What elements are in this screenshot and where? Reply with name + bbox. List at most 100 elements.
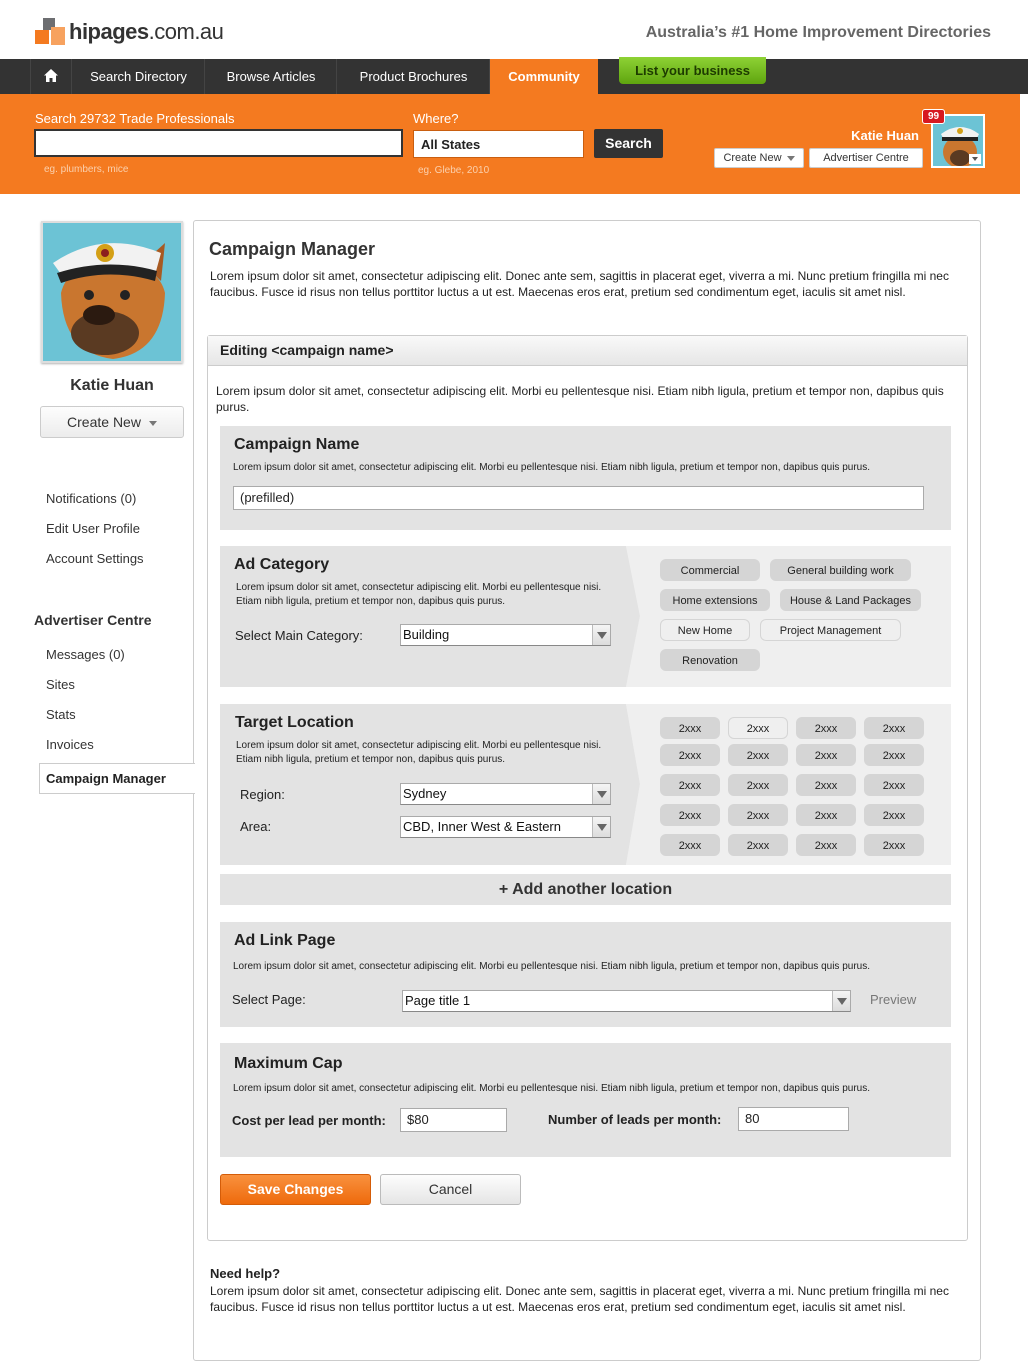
bulldog-portrait-icon	[43, 223, 181, 361]
select-page-label: Select Page:	[232, 992, 306, 1007]
edit-campaign-header: Editing <campaign name>	[208, 336, 967, 366]
postcode-chip[interactable]: 2xxx	[728, 804, 788, 826]
area-select[interactable]: CBD, Inner West & Eastern	[400, 816, 611, 838]
nav-product-brochures[interactable]: Product Brochures	[338, 59, 490, 94]
category-chip[interactable]: Home extensions	[660, 589, 770, 611]
category-chip[interactable]: Commercial	[660, 559, 760, 581]
chevron-down-icon	[592, 784, 610, 804]
avatar-dropdown-icon[interactable]	[969, 154, 981, 164]
page-select[interactable]: Page title 1	[402, 990, 851, 1012]
section-description: Lorem ipsum dolor sit amet, consectetur …	[233, 1083, 870, 1094]
preview-link[interactable]: Preview	[870, 992, 916, 1007]
notification-badge[interactable]: 99	[922, 109, 946, 124]
add-location-button[interactable]: + Add another location	[220, 874, 951, 905]
nav-search-directory[interactable]: Search Directory	[73, 59, 205, 94]
profile-name: Katie Huan	[70, 377, 154, 394]
main-category-label: Select Main Category:	[235, 628, 363, 643]
leads-per-month-input[interactable]: 80	[738, 1107, 849, 1131]
postcode-chip[interactable]: 2xxx	[796, 774, 856, 796]
help-text: Lorem ipsum dolor sit amet, consectetur …	[210, 1284, 949, 1314]
postcode-chip[interactable]: 2xxx	[660, 804, 720, 826]
campaign-name-input[interactable]: (prefilled)	[233, 486, 924, 510]
search-button[interactable]: Search	[594, 129, 663, 158]
section-description: Lorem ipsum dolor sit amet, consectetur …	[236, 582, 602, 607]
save-changes-button[interactable]: Save Changes	[220, 1174, 371, 1205]
page-intro: Lorem ipsum dolor sit amet, consectetur …	[210, 269, 949, 299]
postcode-chip[interactable]: 2xxx	[796, 834, 856, 856]
logo-text: hipages.com.au	[69, 19, 224, 44]
list-business-button[interactable]: List your business	[619, 57, 766, 84]
postcode-chip[interactable]: 2xxx	[660, 744, 720, 766]
section-title: Campaign Name	[234, 436, 360, 453]
create-new-label: Create New	[67, 414, 141, 430]
region-select[interactable]: Sydney	[400, 783, 611, 805]
sidebar-create-new-button[interactable]: Create New	[40, 406, 184, 438]
max-cap-section: Maximum Cap Lorem ipsum dolor sit amet, …	[220, 1043, 951, 1157]
site-header: hipages.com.au Australia’s #1 Home Impro…	[0, 0, 1028, 59]
postcode-chip[interactable]: 2xxx	[864, 717, 924, 739]
postcode-chip[interactable]: 2xxx	[728, 744, 788, 766]
section-title: Target Location	[235, 714, 354, 731]
area-label: Area:	[240, 819, 272, 834]
main-nav: Search Directory Browse Articles Product…	[0, 59, 1028, 94]
category-chip[interactable]: General building work	[770, 559, 911, 581]
postcode-chip[interactable]: 2xxx	[796, 804, 856, 826]
pane-arrow-icon	[620, 546, 642, 687]
section-description: Lorem ipsum dolor sit amet, consectetur …	[236, 740, 602, 765]
sidebar-item-notifications[interactable]: Notifications (0)	[46, 491, 136, 506]
sidebar-item-account-settings[interactable]: Account Settings	[46, 551, 144, 566]
help-title: Need help?	[210, 1266, 281, 1281]
sidebar-item-edit-profile[interactable]: Edit User Profile	[46, 521, 140, 536]
postcode-chip[interactable]: 2xxx	[728, 774, 788, 796]
category-chip[interactable]: Project Management	[760, 619, 901, 641]
pane-arrow-icon	[620, 704, 642, 865]
main-category-select[interactable]: Building	[400, 624, 611, 646]
cancel-button[interactable]: Cancel	[380, 1174, 521, 1205]
category-chip[interactable]: New Home	[660, 619, 750, 641]
header-user-name[interactable]: Katie Huan	[851, 128, 919, 143]
cost-per-lead-input[interactable]: $80	[400, 1108, 507, 1132]
campaign-name-section: Campaign Name Lorem ipsum dolor sit amet…	[220, 426, 951, 530]
postcode-chip[interactable]: 2xxx	[864, 834, 924, 856]
site-logo[interactable]: hipages.com.au	[35, 18, 224, 46]
sidebar-item-stats[interactable]: Stats	[46, 707, 76, 722]
where-input[interactable]: All States	[413, 130, 584, 158]
advertiser-centre-button[interactable]: Advertiser Centre	[809, 148, 923, 168]
section-title: Maximum Cap	[234, 1055, 343, 1072]
sidebar-item-invoices[interactable]: Invoices	[46, 737, 94, 752]
select-value: Building	[403, 627, 450, 642]
ad-link-section: Ad Link Page Lorem ipsum dolor sit amet,…	[220, 922, 951, 1027]
header-create-new-button[interactable]: Create New	[714, 148, 804, 168]
nav-browse-articles[interactable]: Browse Articles	[206, 59, 337, 94]
postcode-chip[interactable]: 2xxx	[864, 804, 924, 826]
ad-category-section: Ad Category Lorem ipsum dolor sit amet, …	[220, 546, 951, 687]
postcode-chip[interactable]: 2xxx	[864, 744, 924, 766]
section-description: Lorem ipsum dolor sit amet, consectetur …	[233, 961, 870, 972]
postcode-chip[interactable]: 2xxx	[864, 774, 924, 796]
postcode-chip[interactable]: 2xxx	[660, 717, 720, 739]
category-chip[interactable]: House & Land Packages	[780, 589, 921, 611]
chevron-down-icon	[592, 625, 610, 645]
target-location-section: Target Location Lorem ipsum dolor sit am…	[220, 704, 951, 865]
postcode-chip[interactable]: 2xxx	[728, 717, 788, 739]
postcode-chip[interactable]: 2xxx	[660, 774, 720, 796]
nav-community[interactable]: Community	[490, 59, 598, 94]
sidebar-item-campaign-manager[interactable]: Campaign Manager	[39, 763, 195, 794]
category-chip[interactable]: Renovation	[660, 649, 760, 671]
postcode-chip[interactable]: 2xxx	[728, 834, 788, 856]
advertiser-centre-heading: Advertiser Centre	[34, 612, 152, 628]
where-label: Where?	[413, 111, 459, 126]
leads-per-month-label: Number of leads per month:	[548, 1112, 722, 1127]
postcode-chip[interactable]: 2xxx	[660, 834, 720, 856]
logo-mark-icon	[35, 18, 65, 46]
search-input[interactable]	[34, 129, 403, 157]
postcode-chip[interactable]: 2xxx	[796, 744, 856, 766]
nav-home[interactable]	[30, 59, 72, 94]
page-title: Campaign Manager	[209, 239, 376, 259]
section-title: Ad Category	[234, 556, 330, 573]
sidebar-item-sites[interactable]: Sites	[46, 677, 75, 692]
region-label: Region:	[240, 787, 285, 802]
postcode-chip[interactable]: 2xxx	[796, 717, 856, 739]
sidebar-item-messages[interactable]: Messages (0)	[46, 647, 125, 662]
search-label: Search 29732 Trade Professionals	[35, 111, 235, 126]
